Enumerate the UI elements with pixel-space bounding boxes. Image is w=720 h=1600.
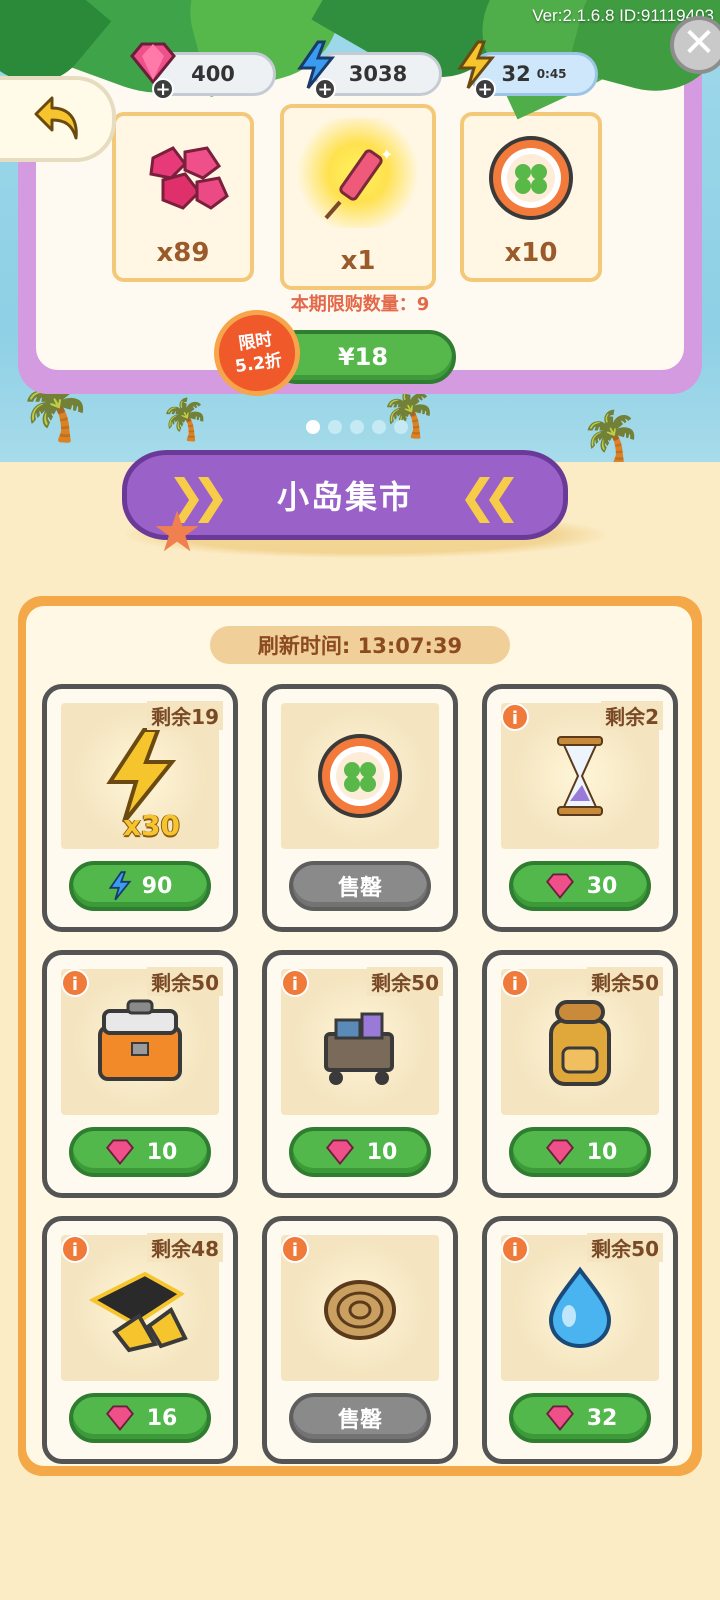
buy-button[interactable]: 30 bbox=[509, 861, 651, 911]
item-price: 90 bbox=[141, 873, 173, 899]
chevron-left-icon: ❮ bbox=[482, 469, 523, 523]
gem-currency-icon bbox=[545, 873, 574, 900]
market-item-card[interactable]: i 剩余50 32 bbox=[482, 1216, 678, 1464]
gem-currency-icon bbox=[105, 1139, 134, 1166]
pack-item-clover-coin[interactable]: x10 bbox=[460, 112, 602, 282]
remaining-stock: 剩余2 bbox=[601, 701, 663, 730]
market-item-card[interactable]: x30 剩余19 90 bbox=[42, 684, 238, 932]
item-image bbox=[281, 703, 439, 849]
pack-item-gems[interactable]: x89 bbox=[112, 112, 254, 282]
remaining-stock: 剩余48 bbox=[147, 1233, 223, 1262]
clover-coin-icon bbox=[318, 734, 402, 818]
pack-item-qty: x10 bbox=[504, 238, 558, 268]
carousel-dot[interactable] bbox=[328, 420, 342, 434]
pack-item-qty: x1 bbox=[340, 246, 376, 276]
market-item-card[interactable]: 售罄 bbox=[262, 684, 458, 932]
energy-count: 3038 bbox=[348, 62, 408, 86]
info-icon[interactable]: i bbox=[501, 1235, 529, 1263]
carousel-dot[interactable] bbox=[350, 420, 364, 434]
gem-cluster-icon bbox=[149, 146, 229, 210]
backpack-icon bbox=[549, 1000, 611, 1086]
stamina-timer: 0:45 bbox=[536, 67, 567, 81]
hourglass-icon bbox=[557, 736, 603, 816]
toolbox-icon bbox=[98, 999, 182, 1081]
svg-text:✦: ✦ bbox=[380, 145, 393, 164]
gem-currency-icon bbox=[105, 1405, 134, 1432]
info-icon[interactable]: i bbox=[501, 703, 529, 731]
info-icon[interactable]: i bbox=[281, 969, 309, 997]
carousel-dot[interactable] bbox=[372, 420, 386, 434]
market-title: 小岛集市 bbox=[276, 478, 413, 516]
info-icon[interactable]: i bbox=[61, 1235, 89, 1263]
sold-out-button: 售罄 bbox=[289, 1393, 431, 1443]
rope-icon bbox=[324, 1280, 396, 1340]
item-price: 售罄 bbox=[337, 876, 382, 901]
market-item-card[interactable]: i 剩余50 10 bbox=[262, 950, 458, 1198]
item-price: 10 bbox=[366, 1139, 398, 1165]
close-button[interactable]: ✕ bbox=[670, 16, 720, 74]
starfish-icon: ★ bbox=[152, 500, 203, 565]
market-item-card[interactable]: i 剩余48 16 bbox=[42, 1216, 238, 1464]
gem-count: 400 bbox=[191, 62, 235, 86]
buy-button[interactable]: 10 bbox=[289, 1127, 431, 1177]
purchase-limit-text: 本期限购数量：9 bbox=[290, 294, 430, 315]
carousel-dot[interactable] bbox=[306, 420, 320, 434]
pack-item-qty: x89 bbox=[156, 238, 210, 268]
sold-out-button: 售罄 bbox=[289, 861, 431, 911]
add-energy-button[interactable]: + bbox=[314, 78, 336, 100]
pack-item-firework[interactable]: ✦ x1 bbox=[280, 104, 436, 290]
remaining-stock: 剩余50 bbox=[147, 967, 223, 996]
add-stamina-button[interactable]: + bbox=[474, 78, 496, 100]
item-price: 10 bbox=[586, 1139, 618, 1165]
info-icon[interactable]: i bbox=[501, 969, 529, 997]
buy-button[interactable]: 10 bbox=[69, 1127, 211, 1177]
buy-button[interactable]: 90 bbox=[69, 861, 211, 911]
remaining-stock: 剩余50 bbox=[367, 967, 443, 996]
buy-button[interactable]: 16 bbox=[69, 1393, 211, 1443]
item-price: 16 bbox=[146, 1405, 178, 1431]
info-icon[interactable]: i bbox=[61, 969, 89, 997]
firework-rocket-icon: ✦ bbox=[324, 145, 393, 220]
back-arrow-icon bbox=[34, 96, 78, 140]
gem-currency-icon bbox=[545, 1405, 574, 1432]
item-price: 售罄 bbox=[337, 1408, 382, 1433]
item-qty: x30 bbox=[123, 809, 181, 842]
market-item-card[interactable]: i 剩余50 10 bbox=[482, 950, 678, 1198]
gem-icon bbox=[130, 42, 176, 85]
energy-currency-icon bbox=[108, 871, 132, 901]
cart-icon bbox=[324, 1012, 394, 1085]
refresh-timer: 刷新时间: 13:07:39 bbox=[210, 626, 510, 664]
item-price: 32 bbox=[586, 1405, 618, 1431]
clover-coin-icon bbox=[489, 136, 573, 220]
add-gems-button[interactable]: + bbox=[152, 78, 174, 100]
info-icon[interactable]: i bbox=[281, 1235, 309, 1263]
carousel-dot[interactable] bbox=[394, 420, 408, 434]
back-button[interactable] bbox=[0, 76, 116, 162]
item-price: 30 bbox=[586, 873, 618, 899]
gem-currency-icon bbox=[325, 1139, 354, 1166]
buy-button[interactable]: 32 bbox=[509, 1393, 651, 1443]
gem-currency-icon bbox=[545, 1139, 574, 1166]
carousel-indicator bbox=[306, 420, 408, 434]
market-item-card[interactable]: i 售罄 bbox=[262, 1216, 458, 1464]
remaining-stock: 剩余50 bbox=[587, 1233, 663, 1262]
market-item-card[interactable]: i 剩余2 30 bbox=[482, 684, 678, 932]
stamina-count: 32 bbox=[501, 62, 531, 86]
market-item-card[interactable]: i 剩余50 10 bbox=[42, 950, 238, 1198]
buy-button[interactable]: 10 bbox=[509, 1127, 651, 1177]
item-price: 10 bbox=[146, 1139, 178, 1165]
remaining-stock: 剩余19 bbox=[147, 701, 223, 730]
palm-silhouette-icon: 🌴 bbox=[160, 397, 210, 443]
water-drop-icon bbox=[548, 1266, 612, 1349]
flippers-icon bbox=[88, 1271, 188, 1353]
remaining-stock: 剩余50 bbox=[587, 967, 663, 996]
